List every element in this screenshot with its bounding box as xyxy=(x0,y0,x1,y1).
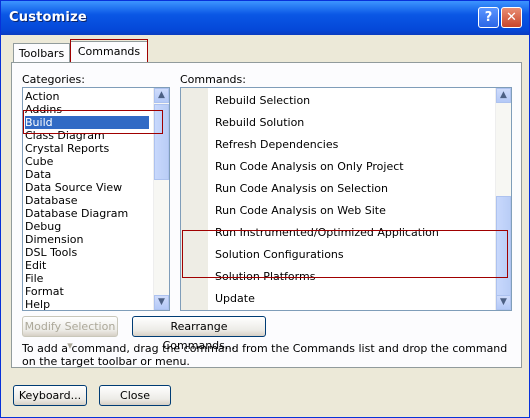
dialog-title: Customize xyxy=(9,10,87,25)
keyboard-button[interactable]: Keyboard... xyxy=(13,385,87,406)
command-item[interactable]: Run Code Analysis on Selection xyxy=(215,178,388,200)
category-item[interactable]: Data Source View xyxy=(25,181,149,194)
command-item[interactable]: Rebuild Selection xyxy=(215,90,310,112)
modify-selection-button[interactable]: Modify Selection ▾ xyxy=(22,316,118,352)
category-item[interactable]: Help xyxy=(25,298,149,310)
instructions-text: To add a command, drag the command from … xyxy=(22,342,508,368)
close-button[interactable]: Close xyxy=(99,385,171,406)
category-item[interactable]: Action xyxy=(25,90,149,103)
commands-label: Commands: xyxy=(180,73,246,86)
command-item[interactable]: Update xyxy=(215,288,255,310)
tab-toolbars[interactable]: Toolbars xyxy=(13,43,70,63)
category-item[interactable]: Database xyxy=(25,194,149,207)
command-item[interactable]: Run Code Analysis on Only Project xyxy=(215,156,404,178)
scroll-up-icon[interactable]: ▲ xyxy=(496,88,511,103)
category-item[interactable]: Data xyxy=(25,168,149,181)
command-item[interactable]: Run Code Analysis on Web Site xyxy=(215,200,386,222)
category-highlight xyxy=(23,110,163,134)
customize-dialog: Customize ? ✕ Toolbars Commands Categori… xyxy=(0,0,530,418)
category-item[interactable]: Format xyxy=(25,285,149,298)
command-item[interactable]: Rebuild Solution xyxy=(215,112,304,134)
tab-highlight xyxy=(70,39,148,64)
category-item[interactable]: Edit xyxy=(25,259,149,272)
category-item[interactable]: Cube xyxy=(25,155,149,168)
category-item[interactable]: Database Diagram xyxy=(25,207,149,220)
command-highlight xyxy=(182,230,508,278)
commands-panel: Categories: Commands: Action Addins Build C… xyxy=(11,62,522,368)
help-button[interactable]: ? xyxy=(478,7,499,28)
close-icon[interactable]: ✕ xyxy=(501,7,522,28)
categories-label: Categories: xyxy=(22,73,85,86)
category-item[interactable]: Dimension xyxy=(25,233,149,246)
scroll-up-icon[interactable]: ▲ xyxy=(154,88,169,103)
rearrange-commands-button[interactable]: Rearrange Commands... xyxy=(132,316,266,352)
category-item[interactable]: DSL Tools xyxy=(25,246,149,259)
command-item[interactable]: Refresh Dependencies xyxy=(215,134,338,156)
category-item[interactable]: Debug xyxy=(25,220,149,233)
category-item[interactable]: File xyxy=(25,272,149,285)
scroll-down-icon[interactable]: ▼ xyxy=(496,295,511,310)
scroll-down-icon[interactable]: ▼ xyxy=(154,295,169,310)
title-bar: Customize ? ✕ xyxy=(1,1,529,35)
category-item[interactable]: Crystal Reports xyxy=(25,142,149,155)
